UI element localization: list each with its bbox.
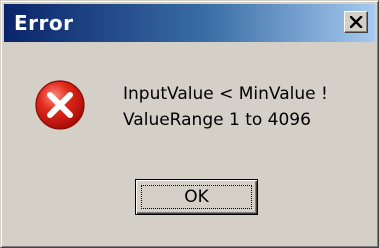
message-line-2: ValueRange 1 to 4096 [123,110,311,130]
error-dialog: Error InputValue < MinValue ! ValueRange… [0,0,379,248]
title-bar[interactable]: Error [4,4,375,42]
ok-button-label: OK [184,187,209,207]
ok-button[interactable]: OK [135,179,258,215]
window-title: Error [14,11,74,35]
error-icon [35,80,85,130]
close-button[interactable] [344,11,368,33]
error-message: InputValue < MinValue ! ValueRange 1 to … [123,81,328,133]
close-icon [350,16,363,28]
message-line-1: InputValue < MinValue ! [123,84,328,104]
